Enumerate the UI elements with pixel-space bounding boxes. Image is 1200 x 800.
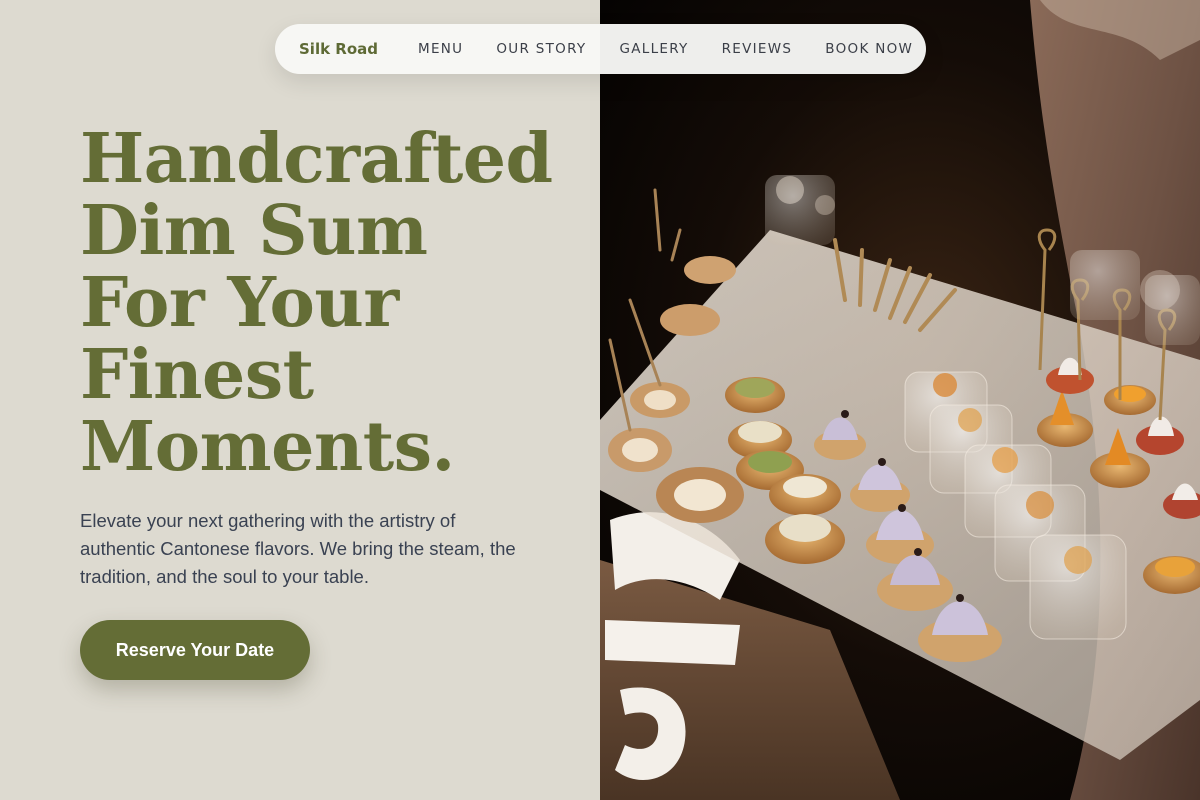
hero-title-line: Dim Sum	[80, 191, 428, 271]
nav-link-book-now[interactable]: BOOK NOW	[825, 41, 913, 57]
hero-title-line: Finest	[80, 335, 314, 415]
hero-title: Handcrafted Dim Sum For Your Finest Mome…	[80, 123, 580, 483]
hero-title-line: Moments.	[80, 407, 455, 487]
top-navigation: Silk Road MENU OUR STORY GALLERY REVIEWS…	[275, 24, 926, 74]
nav-link-menu[interactable]: MENU	[418, 41, 463, 57]
hero-left-panel: Handcrafted Dim Sum For Your Finest Mome…	[0, 0, 600, 800]
nav-link-reviews[interactable]: REVIEWS	[722, 41, 793, 57]
hero-title-line: Handcrafted	[80, 119, 553, 199]
nav-link-our-story[interactable]: OUR STORY	[496, 41, 586, 57]
nav-links: MENU OUR STORY GALLERY REVIEWS BOOK NOW	[418, 41, 913, 57]
nav-link-gallery[interactable]: GALLERY	[619, 41, 688, 57]
reserve-date-button[interactable]: Reserve Your Date	[80, 620, 310, 680]
catering-platter-photo-illustration	[600, 0, 1200, 800]
catering-platter-photo	[600, 0, 1200, 800]
hero-title-line: For Your	[80, 263, 399, 343]
hero-subtitle: Elevate your next gathering with the art…	[80, 510, 516, 587]
brand-logo-text[interactable]: Silk Road	[299, 40, 378, 58]
